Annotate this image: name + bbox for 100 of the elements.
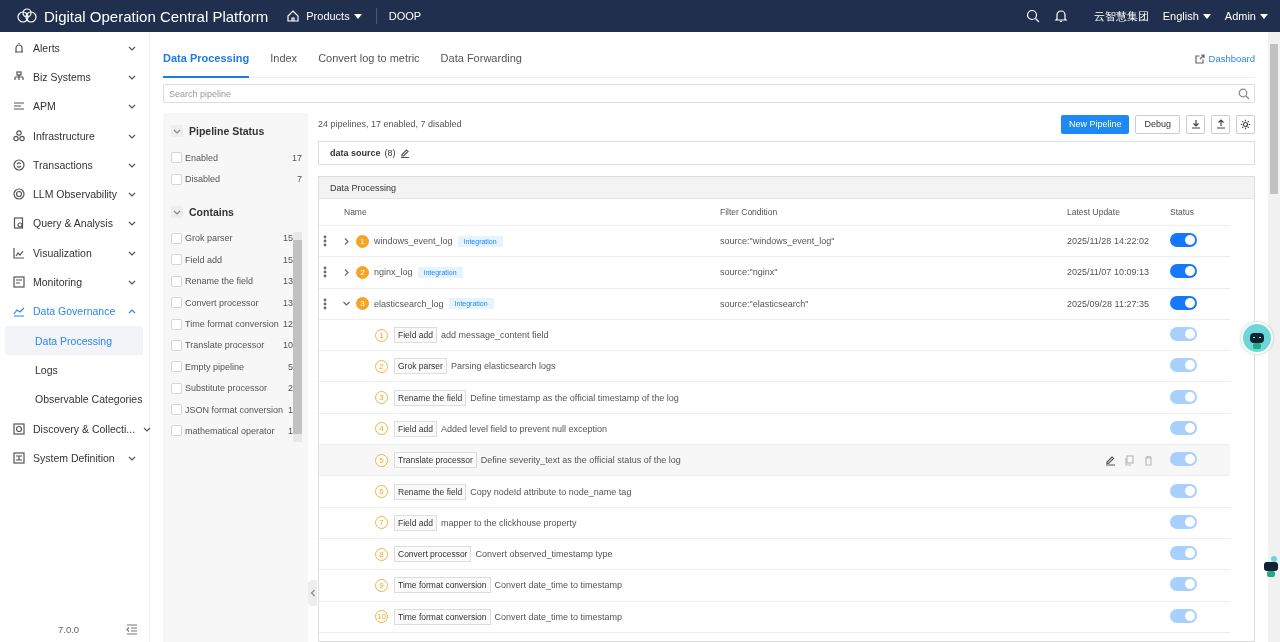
checkbox[interactable] [171, 382, 182, 394]
processor-description: Define severity_text as the official status of the log [480, 455, 681, 466]
nav-item[interactable]: Monitoring [0, 267, 149, 297]
org-name: 云智慧集团 [1093, 8, 1149, 24]
checkbox[interactable] [171, 361, 182, 373]
pipeline-name: windows_event_log [374, 236, 453, 247]
nav-item[interactable]: Data Governance [0, 296, 149, 326]
checkbox[interactable] [171, 232, 182, 244]
menu-item-icon [12, 421, 26, 436]
processor-tag: Grok parser [394, 358, 447, 375]
column-header: Latest Update [1067, 207, 1121, 217]
download-icon [1190, 119, 1201, 129]
search-icon[interactable] [1025, 9, 1040, 23]
download-button[interactable] [1186, 114, 1205, 134]
checkbox[interactable] [171, 275, 182, 287]
debug-button[interactable]: Debug [1135, 114, 1180, 134]
processor-tag: Translate processor [394, 452, 477, 469]
nav-item[interactable]: LLM Observability [0, 179, 149, 209]
chevron-right-icon[interactable] [342, 267, 351, 277]
update-time: 2025/11/07 10:09:13 [1067, 267, 1150, 278]
update-time: 2025/09/28 11:27:35 [1067, 298, 1150, 309]
toggle-switch[interactable] [1170, 233, 1197, 248]
checkbox[interactable] [171, 152, 182, 164]
upload-button[interactable] [1211, 114, 1230, 134]
checkbox[interactable] [171, 254, 182, 266]
chevron-down-icon[interactable] [342, 299, 351, 309]
assistant-robot-icon[interactable] [1241, 322, 1273, 354]
data-source-label: data source [330, 148, 381, 158]
processor-description: Convert date_time to timestamp [494, 611, 623, 622]
more-vertical-icon[interactable] [323, 297, 327, 310]
processor-description: Copy nodeId attribute to node_name tag [470, 486, 632, 497]
chevron-left-icon [309, 589, 316, 597]
more-vertical-icon[interactable] [323, 235, 327, 248]
collapse-panel-handle[interactable] [308, 580, 317, 606]
processor-tag: Field add [394, 327, 437, 344]
checkbox[interactable] [171, 339, 182, 351]
bell-icon[interactable] [1053, 9, 1068, 23]
tab[interactable]: Convert log to metric [318, 39, 420, 78]
chevron-down-icon[interactable] [171, 125, 183, 137]
dashboard-link[interactable]: Dashboard [1194, 53, 1255, 64]
nav-item[interactable]: Infrastructure [0, 120, 149, 151]
products-menu[interactable]: Products [306, 10, 362, 22]
filter-count: 12 [283, 319, 293, 330]
logo-icon [16, 8, 38, 24]
tab[interactable]: Index [270, 39, 298, 78]
settings-icon [1240, 118, 1251, 130]
nav-subitem[interactable]: Logs [5, 355, 143, 385]
processor-description: add message_content field [440, 330, 549, 341]
nav-item[interactable]: Alerts [0, 33, 149, 63]
menu-item-icon [12, 157, 26, 172]
checkbox[interactable] [171, 318, 182, 330]
search-field[interactable]: Search pipeline [163, 84, 1255, 103]
app-title: Digital Operation Central Platform [44, 7, 269, 25]
nav-subitem[interactable]: Observable Categories [5, 384, 143, 414]
filter-count: 17 [292, 152, 302, 163]
checkbox[interactable] [171, 404, 182, 416]
language-menu[interactable]: English [1162, 10, 1211, 22]
processor-description: Define timestamp as the official timestamp of the log [470, 392, 679, 403]
checkbox[interactable] [171, 425, 182, 437]
menu-item-icon [12, 275, 26, 289]
chevron-right-icon[interactable] [342, 236, 351, 246]
nav-item[interactable]: APM [0, 91, 149, 121]
processor-tag: Rename the field [394, 389, 467, 406]
edit-icon[interactable] [399, 148, 410, 158]
user-menu[interactable]: Admin [1224, 10, 1268, 22]
version-label: 7.0.0 [58, 623, 80, 635]
update-time: 2025/11/28 14:22:02 [1067, 236, 1150, 247]
processor-description: mapper to the clickhouse property [440, 517, 577, 528]
tab[interactable]: Data Processing [163, 39, 250, 78]
nav-item[interactable]: Biz Systems [0, 62, 149, 92]
checkbox[interactable] [171, 173, 182, 185]
nav-item[interactable]: Discovery & Collecti... [0, 413, 149, 444]
checkbox[interactable] [171, 297, 182, 309]
toggle-switch[interactable] [1170, 295, 1197, 310]
page-scrollbar[interactable] [1268, 32, 1280, 642]
filter-condition: source:"windows_event_log" [720, 236, 836, 247]
nav-item[interactable]: Transactions [0, 150, 149, 180]
filter-count: 13 [283, 297, 293, 308]
nav-item[interactable]: System Definition [0, 443, 149, 473]
filter-count: 1 [288, 426, 293, 436]
scrollbar[interactable] [293, 231, 302, 442]
home-icon[interactable] [286, 9, 301, 23]
panel-title: Data Processing [319, 177, 1254, 199]
caret-icon [353, 13, 362, 19]
nav-item[interactable]: Visualization [0, 238, 149, 268]
settings-button[interactable] [1236, 114, 1255, 134]
new-pipeline-button[interactable]: New Pipeline [1060, 114, 1130, 134]
assistant-robot-icon[interactable] [1262, 556, 1280, 578]
processor-description: Added level field to prevent null exception [440, 423, 608, 434]
tab[interactable]: Data Forwarding [440, 39, 522, 78]
chevron-down-icon[interactable] [171, 205, 183, 218]
collapse-menu-icon[interactable] [125, 622, 139, 636]
more-vertical-icon[interactable] [323, 266, 327, 279]
menu-item-icon [12, 450, 26, 465]
filter-count: 5 [288, 361, 293, 372]
column-header: Filter Condition [720, 207, 779, 217]
nav-item[interactable]: Query & Analysis [0, 208, 149, 239]
processor-tag: Time format conversion [394, 608, 491, 625]
filter-label: Empty pipeline [185, 361, 246, 372]
toggle-switch[interactable] [1170, 264, 1197, 279]
